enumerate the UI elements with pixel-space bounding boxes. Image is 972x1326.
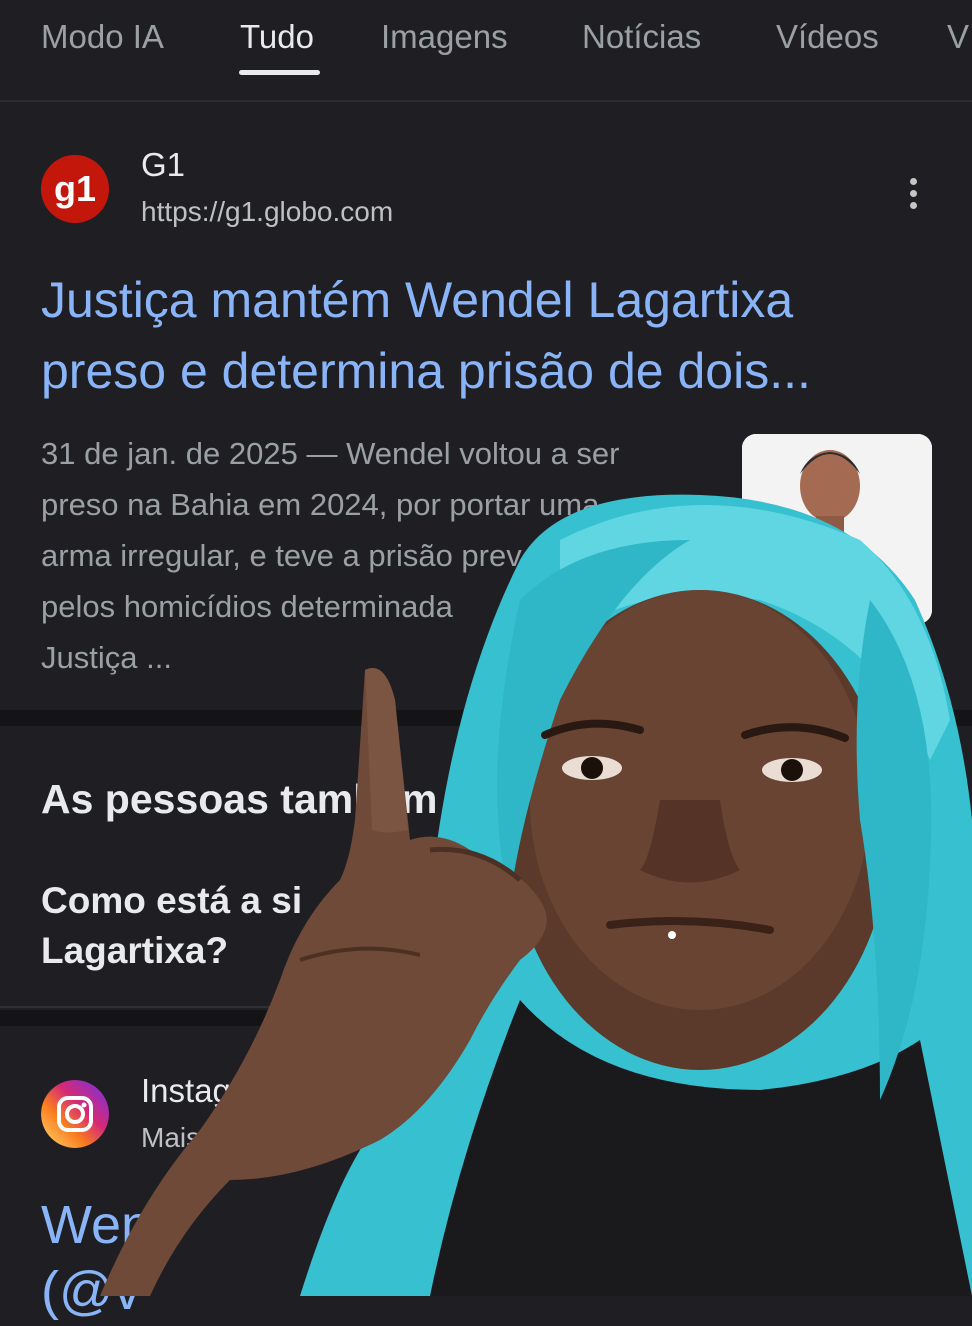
result2-title-line1[interactable]: Wenc	[41, 1190, 178, 1260]
section-divider-2	[0, 1010, 972, 1026]
instagram-logo-icon[interactable]	[41, 1080, 109, 1148]
result2-site-name[interactable]: Instag	[141, 1072, 231, 1110]
result-title-line2[interactable]: preso e determina prisão de dois...	[41, 336, 811, 406]
paa-separator	[0, 1006, 972, 1008]
active-tab-indicator	[239, 70, 320, 75]
result-snippet: 31 de jan. de 2025 — Wendel voltou a ser…	[41, 436, 620, 675]
g1-logo-icon[interactable]: g1	[41, 155, 109, 223]
search-tabs-bar: Modo IA Tudo Imagens Notícias Vídeos V	[0, 0, 972, 102]
result2-title-line2[interactable]: (@v	[41, 1256, 141, 1326]
g1-logo-text: g1	[54, 168, 96, 209]
tab-modo-ia[interactable]: Modo IA	[41, 18, 164, 56]
tab-noticias[interactable]: Notícias	[582, 18, 701, 56]
result-site-url[interactable]: https://g1.globo.com	[141, 196, 393, 228]
result2-site-sub: Mais d	[141, 1122, 224, 1153]
tab-videos[interactable]: Vídeos	[776, 18, 879, 56]
result-title-line1[interactable]: Justiça mantém Wendel Lagartixa	[41, 265, 793, 335]
result-site-name[interactable]: G1	[141, 146, 185, 184]
section-divider	[0, 710, 972, 726]
tab-tudo[interactable]: Tudo	[240, 18, 314, 56]
more-options-icon[interactable]	[900, 172, 928, 216]
people-also-ask-heading: As pessoas também p	[41, 776, 474, 822]
paa-question[interactable]: Como está a si Lagartixa?	[41, 876, 581, 976]
tab-imagens[interactable]: Imagens	[381, 18, 508, 56]
result-thumbnail[interactable]	[742, 434, 932, 624]
tab-more[interactable]: V	[947, 18, 969, 56]
